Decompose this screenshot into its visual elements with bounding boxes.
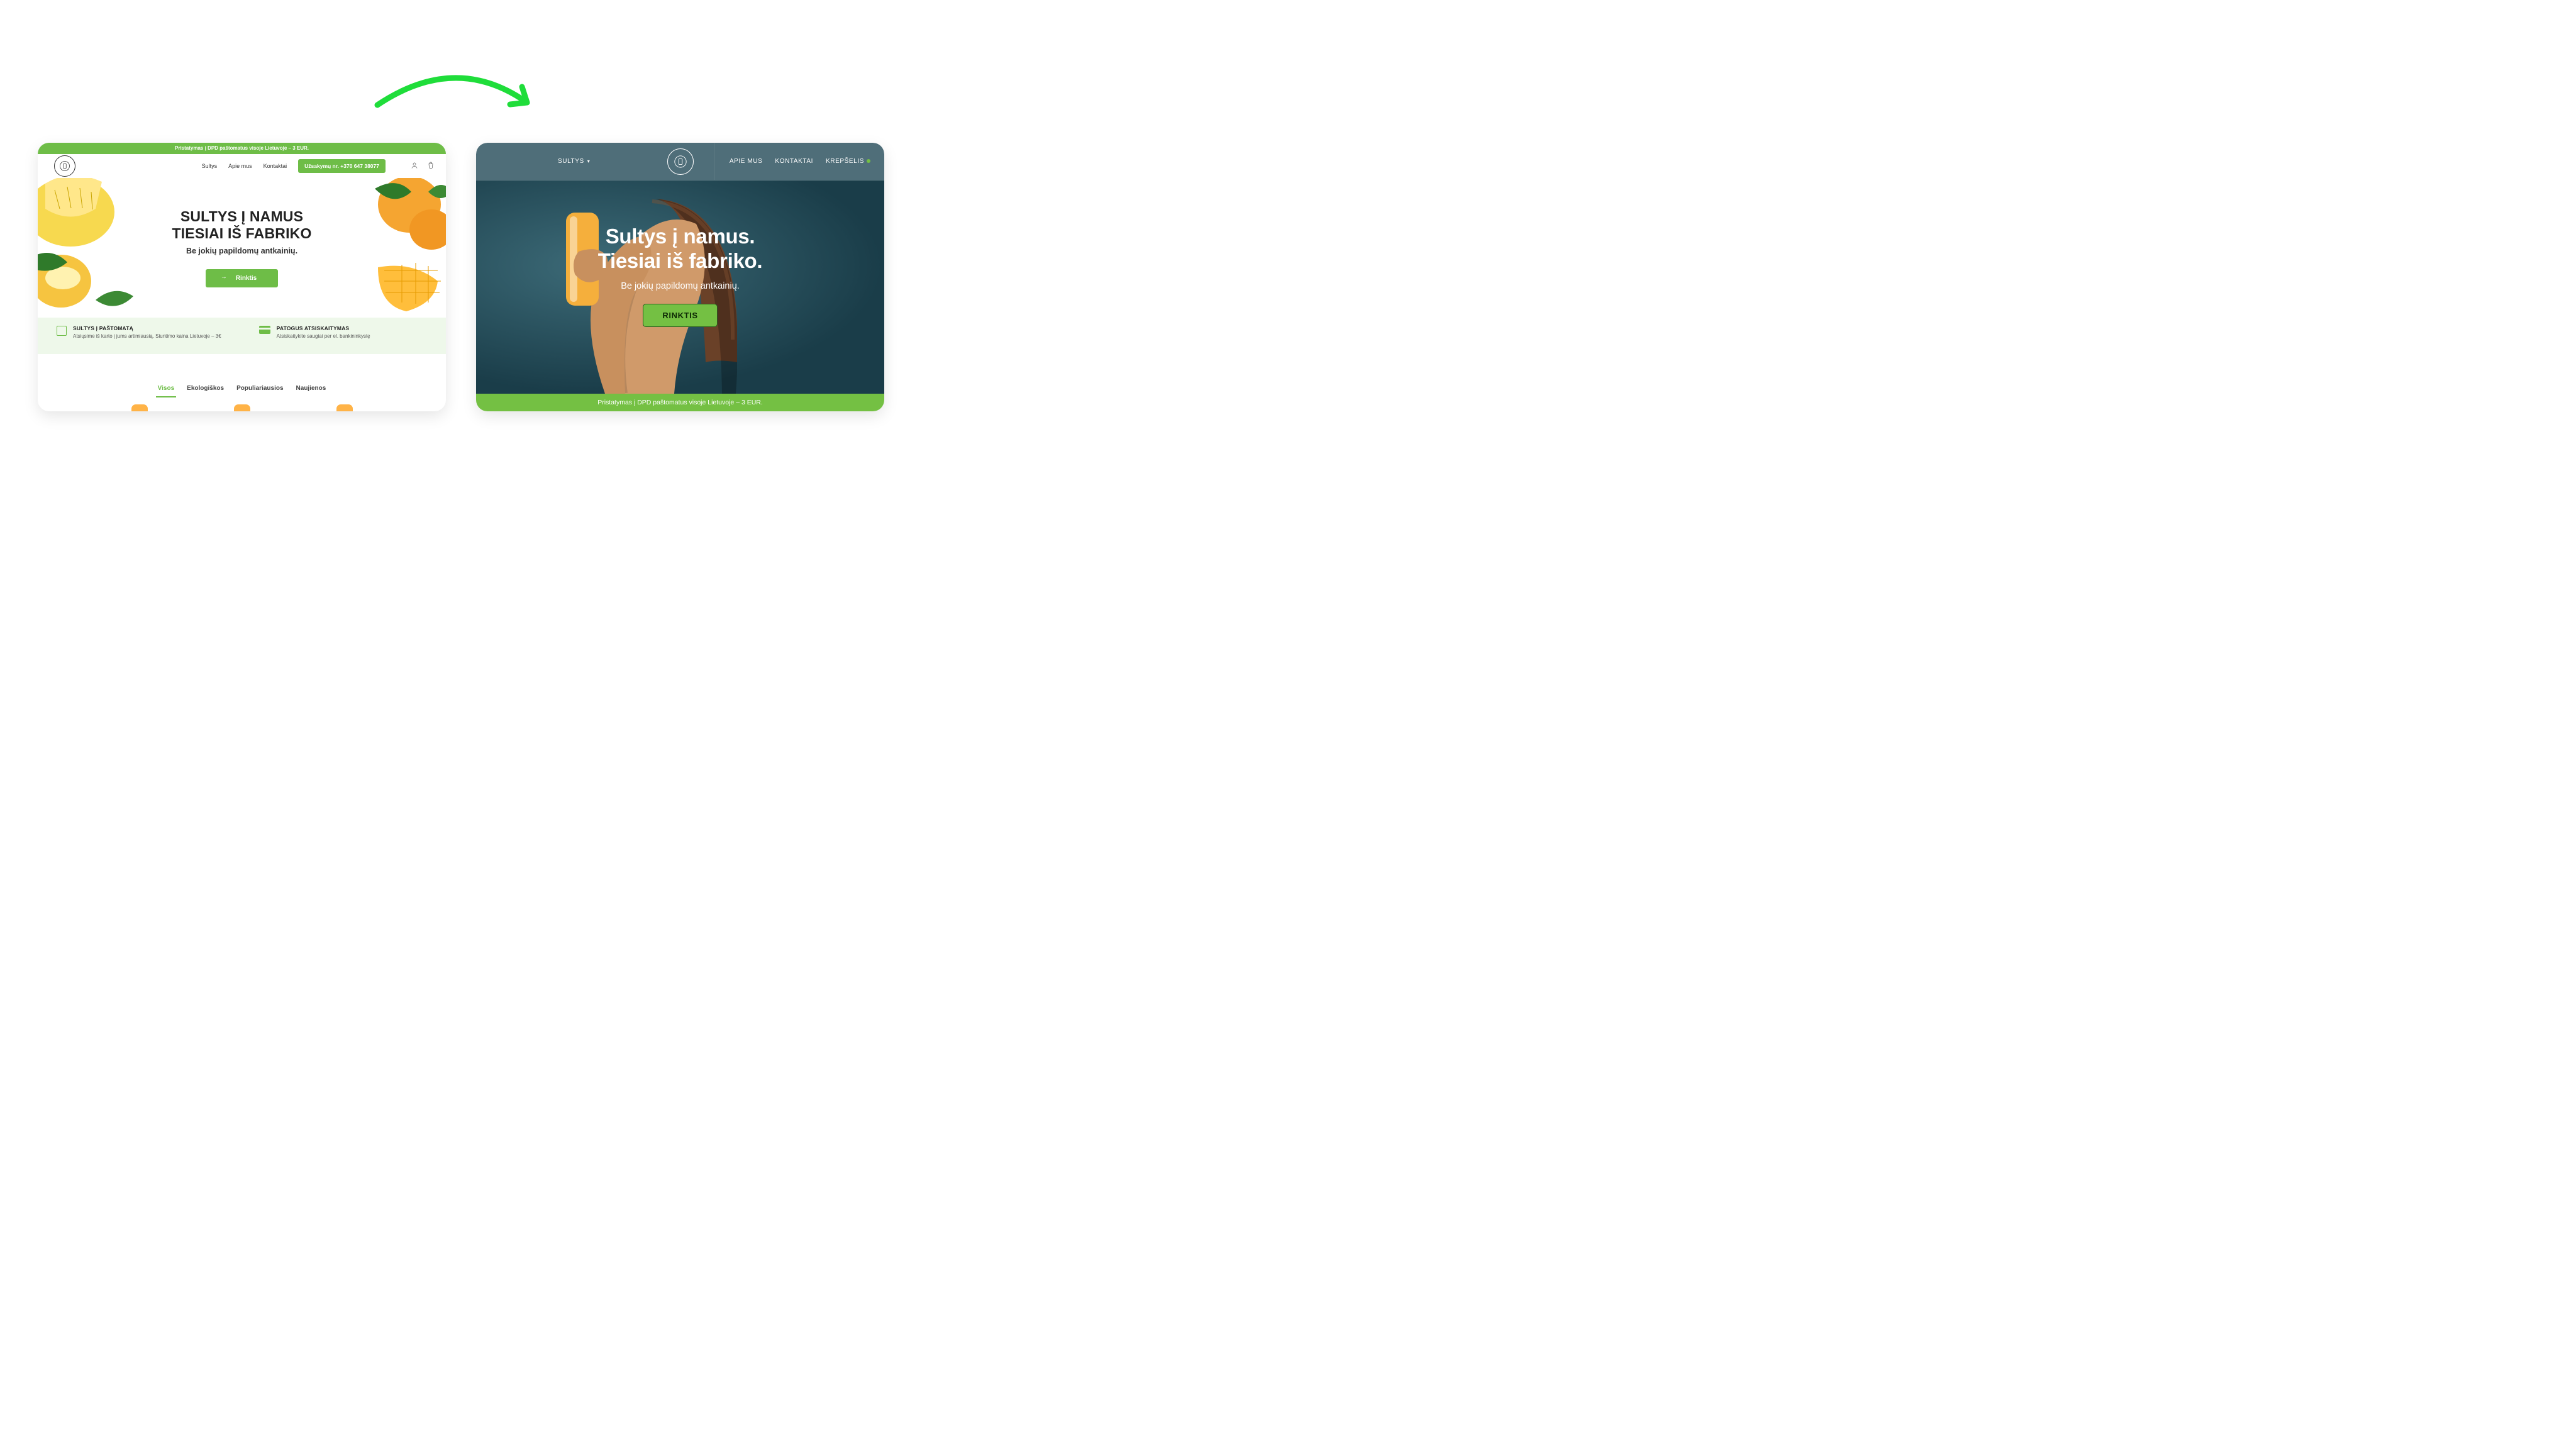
hero-section: SULTYS Į NAMUS TIESIAI IŠ FABRIKO Be jok… [38, 178, 446, 318]
hero-subtext: Be jokių papildomų antkainių. [621, 281, 740, 291]
feature-desc: Atsiųsime iš karto į jums artimiausią. S… [73, 333, 221, 339]
chevron-down-icon: ▾ [587, 158, 591, 164]
nav-link-sultys[interactable]: Sultys [202, 163, 218, 169]
hero-cta-button[interactable]: Rinktis [206, 269, 278, 287]
fruit-illustration-left [38, 178, 152, 318]
feature-delivery: SULTYS Į PAŠTOMATĄ Atsiųsime iš karto į … [57, 325, 221, 347]
nav-link-cart[interactable]: KREPŠELIS [826, 158, 870, 165]
nav-link-apie-mus[interactable]: APIE MUS [730, 158, 763, 165]
tab-popular[interactable]: Populiariausios [236, 381, 283, 396]
hero-headline-line1: SULTYS Į NAMUS [180, 208, 303, 225]
hero-headline-line1: Sultys į namus. [606, 225, 755, 249]
product-tabs: Visos Ekologiškos Populiariausios Naujie… [38, 354, 446, 404]
nav-link-kontaktai[interactable]: KONTAKTAI [775, 158, 813, 165]
nav-link-kontaktai[interactable]: Kontaktai [264, 163, 287, 169]
feature-desc: Atsiskaitykite saugiai per el. bankinink… [277, 333, 370, 339]
features-strip: SULTYS Į PAŠTOMATĄ Atsiųsime iš karto į … [38, 318, 446, 354]
brand-logo[interactable] [54, 155, 75, 177]
hero-section: Sultys į namus. Tiesiai iš fabriko. Be j… [476, 180, 884, 394]
account-icon[interactable] [411, 162, 418, 170]
fruit-illustration-right [340, 178, 446, 316]
after-design-card: SULTYS▾ APIE MUS KONTAKTAI KREPŠELIS [476, 143, 884, 411]
hero-headline-line2: TIESIAI IŠ FABRIKO [172, 225, 311, 242]
cart-indicator-dot [867, 159, 870, 163]
feature-title: PATOGUS ATSISKAITYMAS [277, 325, 370, 331]
credit-card-icon [259, 326, 270, 334]
before-design-card: Pristatymas į DPD paštomatus visoje Liet… [38, 143, 446, 411]
header-nav: Sultys Apie mus Kontaktai Užsakymų nr. +… [38, 154, 446, 178]
tab-eco[interactable]: Ekologiškos [187, 381, 224, 396]
brand-logo[interactable] [667, 148, 694, 175]
hero-cta-button[interactable]: RINKTIS [643, 304, 717, 327]
hero-headline-line2: Tiesiai iš fabriko. [598, 249, 762, 274]
tab-new[interactable]: Naujienos [296, 381, 326, 396]
feature-payment: PATOGUS ATSISKAITYMAS Atsiskaitykite sau… [259, 325, 370, 347]
grid-icon [57, 326, 67, 336]
redesign-arrow [371, 72, 544, 123]
promo-bottombar: Pristatymas į DPD paštomatus visoje Liet… [476, 394, 884, 411]
tab-all[interactable]: Visos [158, 381, 175, 396]
nav-link-apie-mus[interactable]: Apie mus [228, 163, 252, 169]
hero-subtext: Be jokių papildomų antkainių. [186, 247, 297, 255]
nav-link-sultys[interactable]: SULTYS▾ [558, 158, 590, 165]
product-thumbnails-cutoff [38, 404, 446, 411]
promo-topbar: Pristatymas į DPD paštomatus visoje Liet… [38, 143, 446, 154]
cart-icon[interactable] [427, 162, 435, 170]
order-phone-button[interactable]: Užsakymų nr. +370 647 38077 [298, 159, 386, 173]
header-nav: SULTYS▾ APIE MUS KONTAKTAI KREPŠELIS [476, 143, 884, 180]
feature-title: SULTYS Į PAŠTOMATĄ [73, 325, 221, 331]
